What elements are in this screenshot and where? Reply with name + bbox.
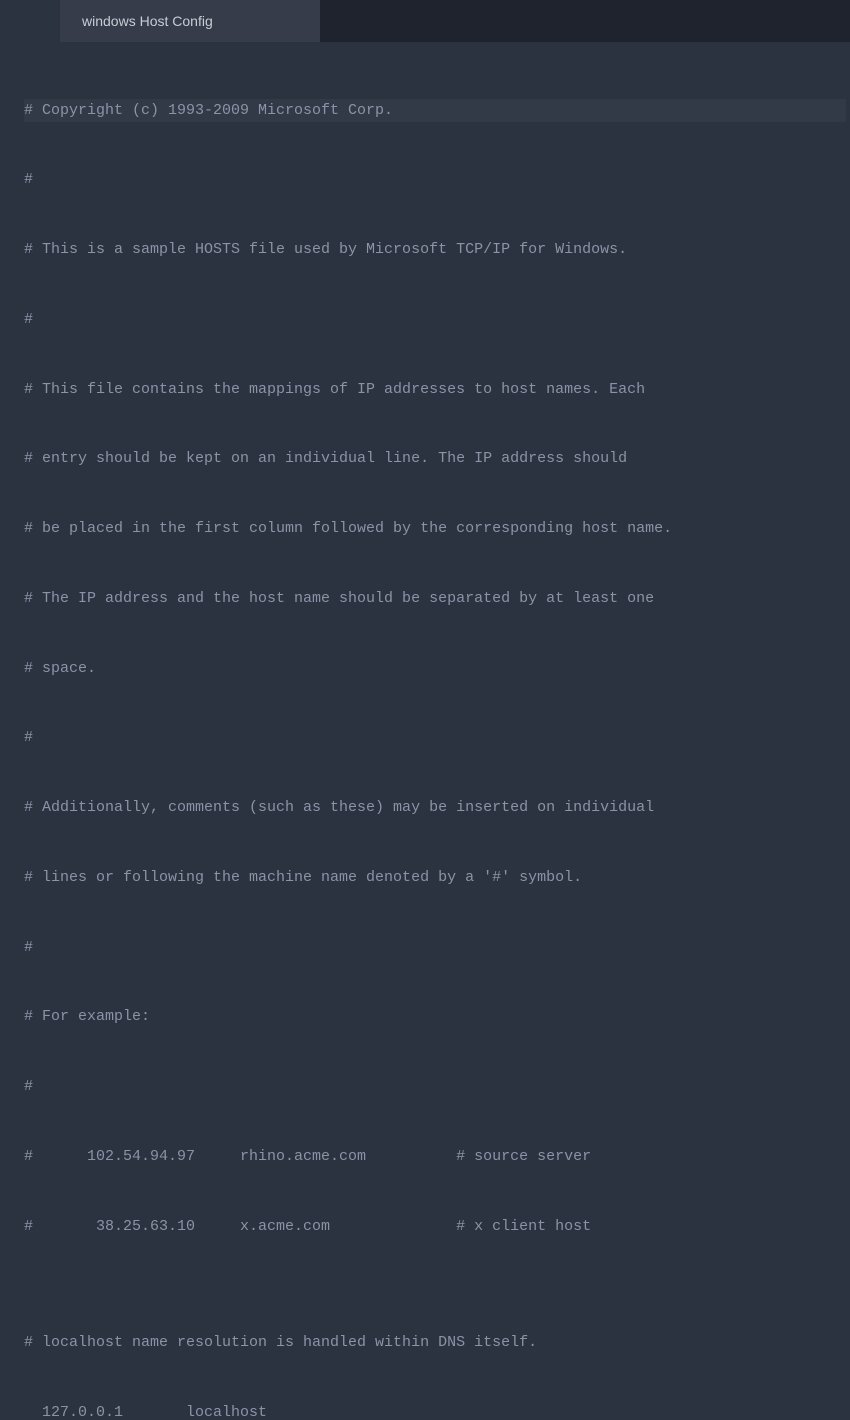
code-line: #	[24, 1075, 846, 1098]
code-line: #	[24, 168, 846, 191]
code-line: # 102.54.94.97 rhino.acme.com # source s…	[24, 1145, 846, 1168]
code-line: # lines or following the machine name de…	[24, 866, 846, 889]
code-line: #	[24, 726, 846, 749]
code-line: # be placed in the first column followed…	[24, 517, 846, 540]
code-line: 127.0.0.1 localhost	[24, 1401, 846, 1420]
gutter	[0, 42, 20, 710]
code-line: #	[24, 936, 846, 959]
code-line: # Copyright (c) 1993-2009 Microsoft Corp…	[24, 99, 846, 122]
code-line: # space.	[24, 657, 846, 680]
code-line: # 38.25.63.10 x.acme.com # x client host	[24, 1215, 846, 1238]
editor[interactable]: # Copyright (c) 1993-2009 Microsoft Corp…	[0, 42, 850, 710]
code-line: # localhost name resolution is handled w…	[24, 1331, 846, 1354]
code-line: # This file contains the mappings of IP …	[24, 378, 846, 401]
tab-bar: windows Host Config	[0, 0, 850, 42]
code-line: # This is a sample HOSTS file used by Mi…	[24, 238, 846, 261]
code-line: # The IP address and the host name shoul…	[24, 587, 846, 610]
code-line: # For example:	[24, 1005, 846, 1028]
code-area[interactable]: # Copyright (c) 1993-2009 Microsoft Corp…	[20, 42, 850, 710]
code-line: # entry should be kept on an individual …	[24, 447, 846, 470]
tab-active[interactable]: windows Host Config	[60, 0, 320, 42]
code-line: # Additionally, comments (such as these)…	[24, 796, 846, 819]
tab-bar-rest	[320, 0, 850, 42]
tab-title: windows Host Config	[82, 13, 213, 29]
code-line: #	[24, 308, 846, 331]
